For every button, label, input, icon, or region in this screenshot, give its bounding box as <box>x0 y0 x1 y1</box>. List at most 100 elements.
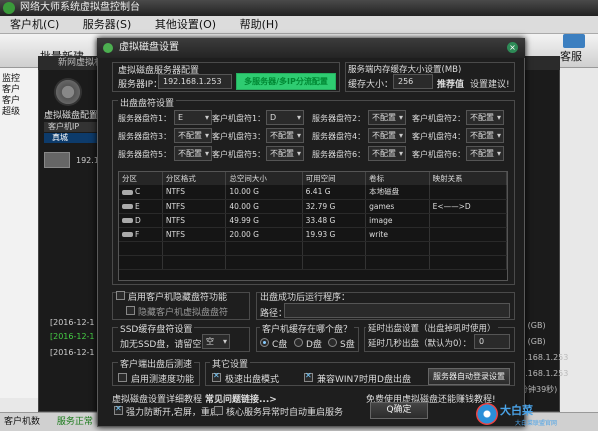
drive-letter-group-title: 出盘盘符设置 <box>118 96 177 109</box>
server-ip-input[interactable]: 192.168.1.253 <box>158 74 232 89</box>
tree-item[interactable]: 超级 <box>2 107 40 118</box>
menu-server[interactable]: 服务器(S) <box>73 16 142 34</box>
hide-client-drive-label: 隐藏客户机虚拟盘盘符 <box>138 308 229 318</box>
drive-select[interactable]: 不配置 <box>368 146 406 161</box>
hide-drive-enable-checkbox[interactable] <box>116 291 125 300</box>
disk-icon <box>122 218 133 223</box>
support-label[interactable]: 客服 <box>560 48 582 64</box>
status-ok: 服务正常 <box>56 417 93 427</box>
table-cell: 本地磁盘 <box>365 185 430 200</box>
radio-c-drive[interactable] <box>260 338 269 347</box>
table-cell <box>429 255 508 270</box>
table-row[interactable]: E NTFS 40.00 G 32.79 Ggames E<——>D <box>119 199 508 214</box>
table-header-cell[interactable]: 可用空间 <box>302 172 367 185</box>
suggest-link[interactable]: 设置建议! <box>470 77 510 90</box>
drive-label: 服务器盘符1： <box>118 114 172 123</box>
drive-label: 客户机盘符6： <box>412 150 466 159</box>
win7-compat-checkbox[interactable] <box>304 371 313 382</box>
server-ip-label: 服务器IP： <box>118 80 163 90</box>
ok-button[interactable]: Q确定 <box>370 402 428 419</box>
table-cell: image <box>365 213 430 228</box>
radio-d-drive[interactable] <box>294 338 303 347</box>
speed-test-label: 启用测速度功能 <box>131 375 195 385</box>
table-row[interactable]: C NTFS 10.00 G 6.41 G 本地磁盘 <box>119 185 508 200</box>
table-cell: 10.00 G <box>225 185 303 200</box>
partition-letter: D <box>135 215 141 225</box>
dialog-title: 虚拟磁盘设置 <box>97 38 525 58</box>
tree-item[interactable]: 客户 <box>2 85 40 96</box>
table-row[interactable]: F NTFS 20.00 G 19.93 Gwrite <box>119 227 508 242</box>
hide-client-drive-checkbox[interactable] <box>126 306 135 315</box>
drive-select[interactable]: 不配置 <box>466 128 504 143</box>
tree-item[interactable]: 客户 <box>2 96 40 107</box>
partition-table[interactable]: 分区 分区格式 总空间大小 可用空间 卷标 映射关系 C NTFS 10.00 G 6.41 G… <box>118 171 508 281</box>
menu-other[interactable]: 其他设置(O) <box>145 16 226 34</box>
faq-link[interactable]: 常见问题链接...> <box>205 392 277 405</box>
table-header-cell[interactable]: 卷标 <box>365 172 430 185</box>
table-cell: 20.00 G <box>225 227 303 242</box>
log-line: [2016-12-1 <box>50 348 95 357</box>
radio-c-label: C盘 <box>272 340 288 350</box>
cache-drive-group-title: 客户机缓存在哪个盘？ <box>260 322 355 335</box>
multi-server-button[interactable]: 多服务器/多IP分流配置 <box>236 73 336 90</box>
drive-select[interactable]: E <box>174 110 212 125</box>
radio-s-label: S盘 <box>340 340 355 350</box>
log-line: [2016-12-1 <box>50 318 95 327</box>
delay-group-title: 延时出盘设置（出盘掉吼时使用） <box>366 322 498 334</box>
partition-letter: C <box>135 187 141 197</box>
drive-select[interactable]: 不配置 <box>266 146 304 161</box>
recommend-label: 推荐值 <box>437 80 465 90</box>
radio-s-drive[interactable] <box>328 338 337 347</box>
watermark-subtitle: 大白菜联盟官网 <box>515 420 558 427</box>
auto-login-button[interactable]: 服务器自动登录设置 <box>428 368 510 385</box>
cache-size-input[interactable]: 256 <box>393 74 433 89</box>
close-icon[interactable]: × <box>507 42 518 53</box>
table-cell <box>302 241 367 256</box>
drive-select[interactable]: 不配置 <box>368 128 406 143</box>
table-row[interactable]: D NTFS 49.99 G 33.48 Gimage <box>119 213 508 228</box>
table-cell: 32.79 G <box>302 199 367 214</box>
table-header-cell[interactable]: 分区 <box>119 172 163 185</box>
drive-select[interactable]: D <box>266 110 304 125</box>
detail-tutorial-link[interactable]: 虚拟磁盘设置详细教程 <box>112 392 202 405</box>
fast-mode-checkbox[interactable] <box>212 371 221 382</box>
core-restart-checkbox[interactable] <box>214 406 223 415</box>
speed-test-checkbox[interactable] <box>118 373 127 382</box>
table-header-cell[interactable]: 总空间大小 <box>225 172 303 185</box>
protect-label: 强力防断开,宕屏，重启 <box>126 408 219 418</box>
table-cell <box>429 213 508 228</box>
menu-help[interactable]: 帮助(H) <box>230 16 289 34</box>
tree-item[interactable]: 监控 <box>2 74 40 85</box>
core-restart-label: 核心服务异常时自动重启服务 <box>226 408 344 418</box>
ssd-select[interactable]: 空 <box>202 334 230 349</box>
protect-checkbox[interactable] <box>114 404 123 415</box>
delay-input[interactable]: 0 <box>474 334 510 349</box>
table-header-cell[interactable]: 分区格式 <box>162 172 227 185</box>
drive-label: 客户机盘符4： <box>412 132 466 141</box>
other-settings-group-title: 其它设置 <box>210 357 251 370</box>
drive-label: 服务器盘符3： <box>118 132 172 141</box>
table-cell: games <box>365 199 430 214</box>
table-cell: 6.41 G <box>302 185 367 200</box>
table-empty-row <box>119 255 508 270</box>
drive-select[interactable]: 不配置 <box>466 110 504 125</box>
drive-label: 服务器盘符4： <box>312 132 366 141</box>
drive-select[interactable]: 不配置 <box>266 128 304 143</box>
inner-right-list: 0 (GB) 0 (GB) 2.168.1.253 2.168.1.253 分钟… <box>520 318 568 398</box>
drive-select[interactable]: 不配置 <box>368 110 406 125</box>
drive-select[interactable]: 不配置 <box>174 146 212 161</box>
support-icon[interactable] <box>563 34 585 48</box>
drive-select[interactable]: 不配置 <box>174 128 212 143</box>
table-cell <box>365 255 430 270</box>
hide-drive-enable-label: 启用客户机隐藏盘符功能 <box>128 293 228 303</box>
table-header-cell[interactable]: 映射关系 <box>429 172 508 185</box>
table-body: C NTFS 10.00 G 6.41 G 本地磁盘 E NTFS 40.00 G 32.79 … <box>119 185 508 270</box>
watermark-title: 大白菜 <box>500 404 533 417</box>
table-cell <box>225 255 303 270</box>
drive-select[interactable]: 不配置 <box>466 146 504 161</box>
menu-client[interactable]: 客户机(C) <box>0 16 69 34</box>
table-cell: NTFS <box>162 227 227 242</box>
path-input[interactable] <box>284 303 510 318</box>
list-item: 2.168.1.253 <box>520 353 569 362</box>
app-title-bar: 网络大师系统虚拟盘控制台 <box>0 0 598 16</box>
